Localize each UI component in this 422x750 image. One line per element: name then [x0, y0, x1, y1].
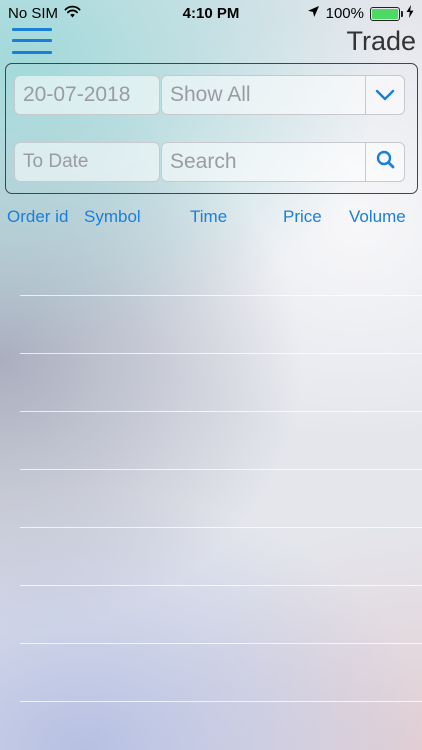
- row-separator: [20, 411, 422, 412]
- page-title: Trade: [346, 26, 416, 56]
- location-arrow-icon: [307, 5, 320, 22]
- search-placeholder: Search: [170, 150, 237, 173]
- from-date-field[interactable]: 20-07-2018: [14, 75, 160, 115]
- filter-panel: 20-07-2018 Show All To Date Search: [5, 63, 418, 194]
- battery-percent: 100%: [325, 5, 364, 22]
- row-separator: [20, 701, 422, 702]
- battery-level: [372, 8, 398, 19]
- battery-icon: [370, 6, 403, 21]
- column-header-price[interactable]: Price: [283, 207, 322, 227]
- charging-bolt-icon: [406, 5, 414, 22]
- to-date-placeholder: To Date: [23, 151, 89, 172]
- column-header-symbol[interactable]: Symbol: [84, 207, 141, 227]
- column-header-volume[interactable]: Volume: [349, 207, 406, 227]
- column-header-time[interactable]: Time: [190, 207, 227, 227]
- status-bar: No SIM 4:10 PM 100%: [0, 0, 422, 28]
- row-separator: [20, 469, 422, 470]
- row-separator: [20, 643, 422, 644]
- from-date-value: 20-07-2018: [23, 83, 131, 106]
- status-right: 100%: [307, 5, 414, 22]
- search-button[interactable]: [365, 143, 404, 181]
- status-select-value: Show All: [170, 83, 251, 106]
- chevron-down-icon: [375, 83, 395, 107]
- search-field[interactable]: Search: [161, 142, 405, 182]
- status-select[interactable]: Show All: [161, 75, 405, 115]
- menu-button[interactable]: [12, 28, 52, 58]
- row-separator: [20, 353, 422, 354]
- to-date-field[interactable]: To Date: [14, 142, 160, 182]
- row-separator: [20, 295, 422, 296]
- row-separator: [20, 527, 422, 528]
- column-header-order-id[interactable]: Order id: [7, 207, 68, 227]
- search-icon: [376, 150, 395, 175]
- dropdown-button[interactable]: [365, 76, 404, 114]
- row-separator: [20, 585, 422, 586]
